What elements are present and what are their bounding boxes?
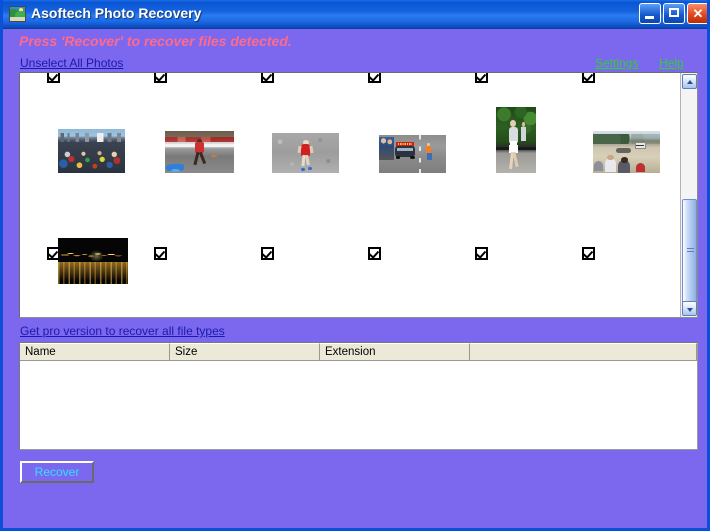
- photo-checkbox[interactable]: [475, 247, 488, 260]
- recover-button[interactable]: Recover: [20, 461, 94, 483]
- photo-checkbox[interactable]: [368, 247, 381, 260]
- photo-checkbox[interactable]: [368, 73, 381, 83]
- photo-checkbox[interactable]: [261, 73, 274, 83]
- photo-thumbnail[interactable]: [58, 238, 128, 284]
- scrollbar-grip-icon: [687, 248, 694, 254]
- photo-checkbox[interactable]: [154, 73, 167, 83]
- minimize-button[interactable]: [639, 3, 661, 24]
- window-title: Asoftech Photo Recovery: [31, 5, 202, 21]
- photo-thumbnail[interactable]: [593, 131, 660, 173]
- file-list-header: Name Size Extension: [20, 343, 697, 361]
- close-icon: ✕: [692, 6, 704, 21]
- column-header-size[interactable]: Size: [170, 343, 320, 361]
- status-message: Press 'Recover' to recover files detecte…: [19, 33, 292, 49]
- photo-thumbnail[interactable]: [272, 133, 339, 173]
- unselect-all-photos-link[interactable]: Unselect All Photos: [20, 56, 123, 70]
- photo-grid-panel: [19, 72, 698, 318]
- get-pro-version-link[interactable]: Get pro version to recover all file type…: [20, 324, 225, 338]
- minimize-icon: [645, 16, 654, 19]
- photo-thumbnail[interactable]: [379, 135, 446, 173]
- photo-thumbnail[interactable]: [496, 107, 536, 173]
- scroll-down-arrow-icon: [687, 308, 693, 312]
- photo-icon: [9, 6, 26, 22]
- title-bar: Asoftech Photo Recovery ✕: [3, 0, 707, 29]
- scrollbar-thumb[interactable]: [682, 199, 697, 303]
- photo-scroll-viewport: [20, 73, 681, 317]
- photo-scrollbar[interactable]: [680, 73, 697, 317]
- maximize-button[interactable]: [663, 3, 685, 24]
- file-list-body[interactable]: [20, 361, 697, 449]
- scroll-down-button[interactable]: [682, 301, 697, 316]
- file-list: Name Size Extension: [19, 342, 698, 450]
- column-header-extension[interactable]: Extension: [320, 343, 470, 361]
- scroll-up-button[interactable]: [682, 74, 697, 89]
- photo-checkbox[interactable]: [582, 73, 595, 83]
- column-header-name[interactable]: Name: [20, 343, 170, 361]
- column-header-filler: [470, 343, 697, 361]
- photo-thumbnail[interactable]: [58, 129, 125, 173]
- photo-checkbox[interactable]: [154, 247, 167, 260]
- photo-checkbox[interactable]: [47, 73, 60, 83]
- help-link[interactable]: Help: [659, 56, 684, 70]
- photo-checkbox[interactable]: [582, 247, 595, 260]
- photo-checkbox[interactable]: [475, 73, 488, 83]
- settings-link[interactable]: Settings: [595, 56, 638, 70]
- app-window: Asoftech Photo Recovery ✕ Press 'Recover…: [0, 0, 710, 531]
- maximize-icon: [669, 8, 679, 17]
- close-button[interactable]: ✕: [687, 3, 707, 24]
- photo-thumbnail[interactable]: [165, 131, 234, 173]
- scroll-up-arrow-icon: [687, 80, 693, 84]
- photo-checkbox[interactable]: [261, 247, 274, 260]
